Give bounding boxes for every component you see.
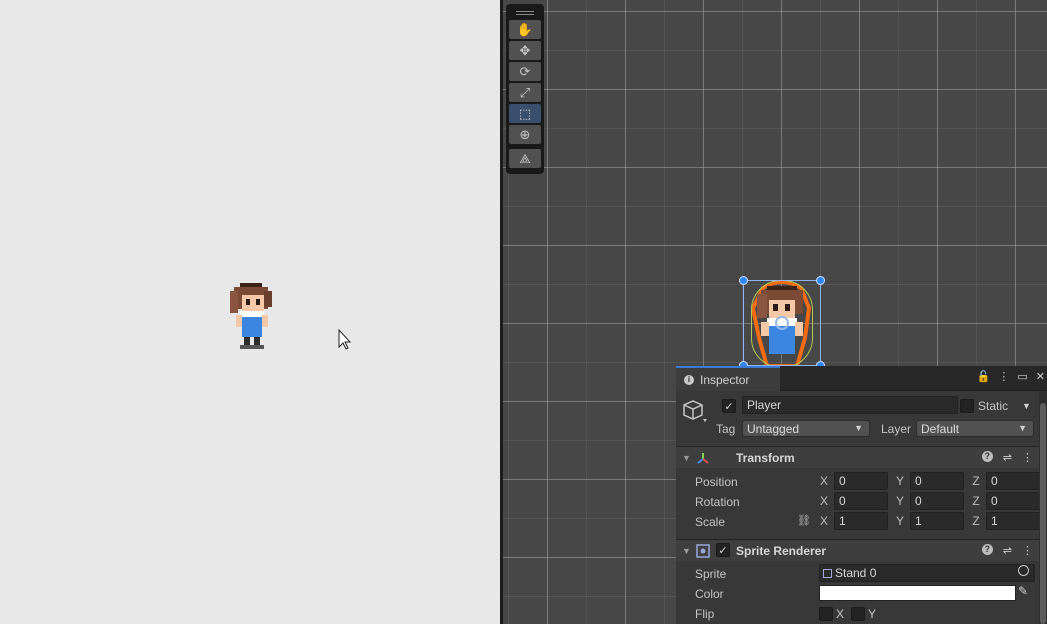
flip-x-checkbox[interactable]	[819, 607, 833, 621]
sprite-label: Sprite	[695, 567, 727, 581]
hand-tool-button[interactable]: ✋	[509, 20, 541, 39]
rotate-icon: ⟳	[519, 63, 531, 79]
chevron-down-icon: ▼	[854, 423, 863, 433]
lock-icon[interactable]: 🔓	[977, 370, 991, 383]
sprite-renderer-header[interactable]: ▼ ✓ Sprite Renderer ? ⇌ ⋮	[676, 539, 1047, 561]
kebab-menu-icon[interactable]: ⋮	[1022, 544, 1033, 557]
inspector-tabbar: i Inspector 🔓 ⋮ ▭ ✕	[676, 366, 1047, 391]
axis-x-label: X	[819, 474, 828, 488]
rotation-x-field[interactable]: 0	[834, 492, 888, 510]
color-label: Color	[695, 587, 724, 601]
scrollbar-thumb[interactable]	[1040, 403, 1046, 624]
flip-x-label: X	[836, 607, 845, 621]
scale-icon: ⤢	[519, 84, 531, 100]
scale-z-field[interactable]: 1	[986, 512, 1040, 530]
flip-y-checkbox[interactable]	[851, 607, 866, 621]
transform-tool-button[interactable]: ⊕	[509, 125, 541, 144]
layer-value: Default	[921, 421, 960, 436]
kebab-menu-icon[interactable]: ⋮	[1022, 451, 1033, 464]
palette-grip-handle[interactable]	[509, 6, 541, 20]
layer-label: Layer	[881, 422, 912, 436]
foldout-arrow-icon[interactable]: ▼	[682, 453, 691, 463]
static-dropdown-icon[interactable]: ▼	[1022, 401, 1031, 411]
sprite-value: Stand 0	[835, 566, 877, 580]
axis-y-label: Y	[895, 514, 904, 528]
scale-x-field[interactable]: 1	[834, 512, 888, 530]
player-sprite-game	[230, 283, 272, 349]
axis-x-label: X	[819, 514, 828, 528]
sprite-asset-icon	[823, 568, 832, 578]
presets-icon[interactable]: ⇌	[1003, 451, 1012, 464]
tab-actions: 🔓 ⋮ ▭ ✕	[977, 370, 1045, 383]
custom-tool-button[interactable]: ⟁	[509, 149, 541, 168]
tool-palette: ✋ ✥ ⟳ ⤢ ⬚ ⊕ ⟁	[506, 4, 544, 174]
axis-x-label: X	[819, 494, 828, 508]
axis-z-label: Z	[972, 474, 980, 488]
inspector-panel: i Inspector 🔓 ⋮ ▭ ✕ ✓ Player Static ▼ Ta…	[676, 366, 1047, 624]
presets-icon[interactable]: ⇌	[1003, 544, 1012, 557]
rotate-tool-button[interactable]: ⟳	[509, 62, 541, 81]
position-z-field[interactable]: 0	[986, 472, 1040, 490]
transform-title: Transform	[736, 450, 795, 465]
game-view[interactable]	[0, 0, 501, 624]
close-icon[interactable]: ✕	[1036, 370, 1045, 383]
tag-label: Tag	[716, 422, 736, 436]
rect-icon: ⬚	[518, 105, 532, 121]
move-icon: ✥	[519, 42, 531, 58]
axis-y-label: Y	[895, 474, 904, 488]
color-swatch[interactable]	[819, 585, 1016, 601]
axis-z-label: Z	[972, 494, 980, 508]
flip-label: Flip	[695, 607, 715, 621]
sprite-renderer-icon	[696, 544, 710, 558]
custom-tool-icon: ⟁	[519, 150, 531, 166]
handle-top-right[interactable]	[816, 276, 825, 285]
static-checkbox[interactable]	[960, 399, 974, 413]
position-x-field[interactable]: 0	[834, 472, 888, 490]
transform-axes-icon	[697, 453, 709, 464]
foldout-arrow-icon[interactable]: ▼	[682, 546, 691, 556]
active-checkbox[interactable]: ✓	[722, 399, 736, 413]
gameobject-cube-icon	[683, 400, 707, 422]
position-label: Position	[695, 475, 738, 489]
sprite-renderer-enabled-checkbox[interactable]: ✓	[716, 543, 730, 557]
kebab-menu-icon[interactable]: ⋮	[998, 370, 1009, 383]
tag-dropdown[interactable]: Untagged ▼	[742, 420, 870, 437]
constrain-proportions-icon[interactable]: ⛓	[797, 514, 811, 527]
tab-inspector[interactable]: i Inspector	[676, 366, 780, 391]
help-icon[interactable]: ?	[981, 451, 993, 462]
help-icon[interactable]: ?	[981, 544, 993, 555]
transform-icon: ⊕	[519, 126, 531, 142]
mouse-cursor-icon	[338, 329, 352, 350]
sprite-renderer-title: Sprite Renderer	[736, 543, 827, 558]
tab-inspector-label: Inspector	[700, 372, 750, 387]
sprite-object-field[interactable]: Stand 0	[819, 564, 1035, 582]
scale-label: Scale	[695, 515, 726, 529]
rotation-y-field[interactable]: 0	[910, 492, 964, 510]
scale-y-field[interactable]: 1	[910, 512, 964, 530]
object-picker-icon[interactable]	[1018, 565, 1029, 576]
info-icon: i	[684, 374, 694, 385]
static-label: Static	[978, 399, 1009, 413]
axis-y-label: Y	[895, 494, 904, 508]
eyedropper-icon[interactable]: ✎	[1018, 584, 1028, 598]
handle-top-left[interactable]	[739, 276, 748, 285]
pivot-handle[interactable]	[775, 316, 789, 330]
hand-icon: ✋	[516, 21, 534, 37]
object-name-field[interactable]: Player	[742, 396, 958, 414]
rotation-label: Rotation	[695, 495, 740, 509]
chevron-down-icon: ▼	[1018, 423, 1027, 433]
flip-y-label: Y	[868, 607, 877, 621]
transform-header[interactable]: ▼ Transform ? ⇌ ⋮	[676, 446, 1047, 468]
layer-dropdown[interactable]: Default ▼	[916, 420, 1034, 437]
axis-z-label: Z	[972, 514, 980, 528]
rotation-z-field[interactable]: 0	[986, 492, 1040, 510]
move-tool-button[interactable]: ✥	[509, 41, 541, 60]
tag-value: Untagged	[747, 421, 800, 436]
scale-tool-button[interactable]: ⤢	[509, 83, 541, 102]
rect-tool-button[interactable]: ⬚	[509, 104, 541, 123]
position-y-field[interactable]: 0	[910, 472, 964, 490]
maximize-icon[interactable]: ▭	[1017, 370, 1027, 383]
inspector-scrollbar[interactable]	[1039, 391, 1047, 624]
